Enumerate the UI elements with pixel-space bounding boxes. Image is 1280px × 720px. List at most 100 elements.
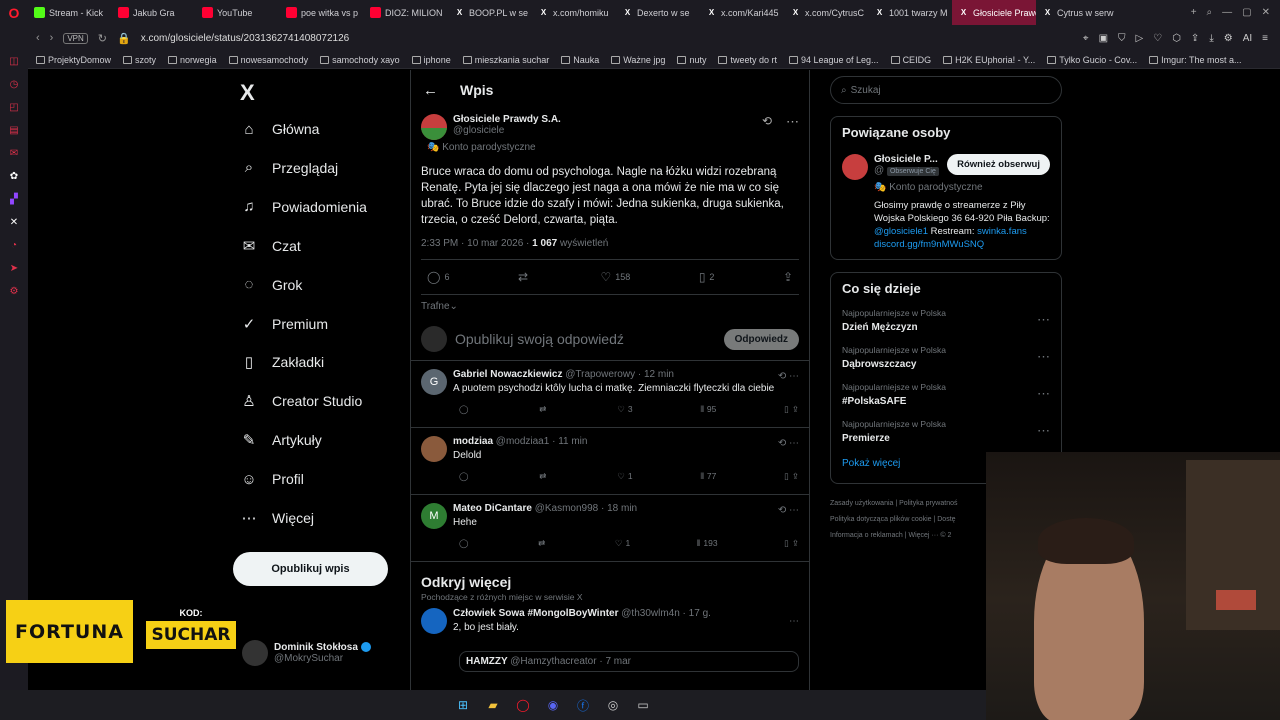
more-options-icon[interactable]: ⋯ xyxy=(786,114,799,140)
tab-2[interactable]: YouTube xyxy=(196,0,280,25)
heart-icon[interactable]: ♡ xyxy=(1153,33,1162,44)
share-icon[interactable]: ⇪ xyxy=(1191,33,1199,44)
bio-link[interactable]: @glosiciele1 xyxy=(874,226,928,237)
nav-item-1[interactable]: ⌕ Przeglądaj xyxy=(240,159,338,177)
forward-icon[interactable]: › xyxy=(50,32,54,44)
nav-item-7[interactable]: ♙ Creator Studio xyxy=(240,392,362,410)
views-button[interactable]: ⫴ 193 xyxy=(697,538,718,549)
reply-button[interactable]: ◯ xyxy=(459,404,472,415)
avatar[interactable] xyxy=(421,608,447,634)
back-icon[interactable]: ‹ xyxy=(36,32,40,44)
reload-icon[interactable]: ↻ xyxy=(98,32,107,45)
post-author-name[interactable]: Człowiek Sowa #MongolBoyWinter xyxy=(453,608,618,619)
nav-item-10[interactable]: ⋯ Więcej xyxy=(240,509,315,527)
reply-author-name[interactable]: Mateo DiCantare xyxy=(453,503,532,514)
bookmark-item[interactable]: samochody xayo xyxy=(320,55,400,65)
like-button[interactable]: ♡ 158 xyxy=(601,270,631,284)
like-button[interactable]: ♡ 1 xyxy=(617,471,632,482)
ai-label[interactable]: AI xyxy=(1243,33,1252,44)
windows-start-icon[interactable]: ⊞ xyxy=(455,697,471,713)
bookmark-item[interactable]: 94 League of Leg... xyxy=(788,55,879,65)
search-input[interactable]: Szukaj xyxy=(851,85,881,96)
discover-post[interactable]: Człowiek Sowa #MongolBoyWinter @th30wlm4… xyxy=(411,606,809,673)
bookmark-item[interactable]: CEIDG xyxy=(890,55,931,65)
post-author-handle[interactable]: @th30wlm4n · 17 g. xyxy=(621,608,711,619)
share-icon[interactable]: ⇪ xyxy=(792,471,799,482)
views-button[interactable]: ⫴ 95 xyxy=(700,404,716,415)
bookmark-item[interactable]: nuty xyxy=(677,55,706,65)
menu-icon[interactable]: ≡ xyxy=(1262,33,1268,44)
more-options-icon[interactable]: ⟲ ⋯ xyxy=(778,505,799,516)
trend-item[interactable]: Najpopularniejsze w Polska Premierze ⋯ xyxy=(842,419,1050,444)
reply-input[interactable]: Opublikuj swoją odpowiedź xyxy=(455,331,716,347)
more-options-icon[interactable]: ⟲ ⋯ xyxy=(778,438,799,449)
sidebar-messenger-icon[interactable]: ◫ xyxy=(8,55,20,67)
download-icon[interactable]: ⤓ xyxy=(1209,33,1213,44)
tab-7[interactable]: X Dexerto w se xyxy=(616,0,700,25)
url-field[interactable]: x.com/glosiciele/status/2031362741408072… xyxy=(141,33,350,44)
trend-item[interactable]: Najpopularniejsze w Polska Dzień Mężczyzn… xyxy=(842,308,1050,333)
bookmark-button[interactable]: ▯ ⇪ xyxy=(784,404,799,415)
sidebar-flow-icon[interactable]: ➤ xyxy=(8,262,20,274)
sidebar-twitch-icon[interactable]: ▞ xyxy=(8,193,20,205)
terminal-icon[interactable]: ▭ xyxy=(635,697,651,713)
nav-item-6[interactable]: ▯ Zakładki xyxy=(240,353,324,371)
bookmark-button[interactable]: ▯ 2 xyxy=(699,270,715,284)
reply-author-handle[interactable]: @Trapowerowy · 12 min xyxy=(565,369,674,380)
reply-item[interactable]: M Mateo DiCantare @Kasmon998 · 18 min Hehe… xyxy=(411,495,809,562)
bookmark-item[interactable]: mieszkania suchar xyxy=(462,55,549,65)
tweet-author-handle[interactable]: @glosiciele xyxy=(453,125,756,136)
sidebar-mail-icon[interactable]: ✉ xyxy=(8,147,20,159)
reply-button[interactable]: ◯ xyxy=(459,538,472,549)
related-handle[interactable]: @ xyxy=(874,165,884,176)
more-options-icon[interactable]: ⋯ xyxy=(789,616,799,627)
bookmark-item[interactable]: Tylko Gucio - Cov... xyxy=(1047,55,1137,65)
sort-dropdown[interactable]: Trafne⌄ xyxy=(411,295,809,318)
discord-icon[interactable]: ◉ xyxy=(545,697,561,713)
reply-author-name[interactable]: Gabriel Nowaczkiewicz xyxy=(453,369,563,380)
retweet-button[interactable]: ⇄ xyxy=(518,270,532,284)
reply-item[interactable]: modziaa @modziaa1 · 11 min Delold ⟲ ⋯ ◯ ⇄ ♡ 1 ⫴… xyxy=(411,428,809,495)
sidebar-gear-icon[interactable]: ⚙ xyxy=(8,285,20,297)
tab-12[interactable]: X Cytrus w serw xyxy=(1036,0,1120,25)
bookmark-item[interactable]: norwegia xyxy=(168,55,217,65)
sidebar-x-icon[interactable]: ✕ xyxy=(8,216,20,228)
avatar[interactable] xyxy=(421,436,447,462)
reply-item[interactable]: G Gabriel Nowaczkiewicz @Trapowerowy · 12… xyxy=(411,361,809,428)
search-tabs-icon[interactable]: ⌕ xyxy=(1207,7,1213,18)
sidebar-bag-icon[interactable]: ◰ xyxy=(8,101,20,113)
more-options-icon[interactable]: ⋯ xyxy=(1037,312,1050,328)
bookmark-button[interactable]: ▯ ⇪ xyxy=(784,538,799,549)
vpn-badge[interactable]: VPN xyxy=(63,32,88,44)
follow-button[interactable]: Również obserwuj xyxy=(947,154,1050,175)
tab-10[interactable]: X 1001 twarzy M xyxy=(868,0,952,25)
nav-item-8[interactable]: ✎ Artykuły xyxy=(240,431,322,449)
reply-author-handle[interactable]: @Kasmon998 · 18 min xyxy=(535,503,637,514)
bookmark-button[interactable]: ▯ ⇪ xyxy=(784,471,799,482)
maximize-icon[interactable]: ▢ xyxy=(1242,7,1251,18)
sidebar-clock-icon[interactable]: ◔ xyxy=(8,239,20,251)
share-icon[interactable]: ⇪ xyxy=(792,538,799,549)
tab-6[interactable]: Xx.com/homiku xyxy=(532,0,616,25)
avatar[interactable]: G xyxy=(421,369,447,395)
avatar[interactable] xyxy=(842,154,868,180)
bookmark-item[interactable]: tweety do rt xyxy=(718,55,777,65)
nav-item-0[interactable]: ⌂ Główna xyxy=(240,120,319,138)
tab-11[interactable]: X Głosiciele Prawdy S.A. w xyxy=(952,0,1036,25)
sidebar-history-icon[interactable]: ◷ xyxy=(8,78,20,90)
nav-item-2[interactable]: ♫ Powiadomienia xyxy=(240,198,367,216)
nav-item-5[interactable]: ✓ Premium xyxy=(240,315,328,333)
trend-item[interactable]: Najpopularniejsze w Polska Dąbrowszczacy ⋯ xyxy=(842,345,1050,370)
bookmark-item[interactable]: H2K EUphoria! - Y... xyxy=(943,55,1035,65)
tweet-time[interactable]: 2:33 PM · 10 mar 2026 · xyxy=(421,238,532,249)
nav-item-3[interactable]: ✉ Czat xyxy=(240,237,301,255)
share-icon[interactable]: ⇪ xyxy=(792,404,799,415)
tab-3[interactable]: poe witka vs p xyxy=(280,0,364,25)
bookmark-item[interactable]: iphone xyxy=(411,55,451,65)
back-arrow-icon[interactable]: ← xyxy=(423,82,438,99)
search-box[interactable]: ⌕ Szukaj xyxy=(830,76,1062,104)
bookmark-item[interactable]: Nauka xyxy=(561,55,599,65)
bookmark-item[interactable]: ProjektyDomow xyxy=(36,55,111,65)
avatar[interactable] xyxy=(421,114,447,140)
play-icon[interactable]: ▷ xyxy=(1136,33,1144,44)
